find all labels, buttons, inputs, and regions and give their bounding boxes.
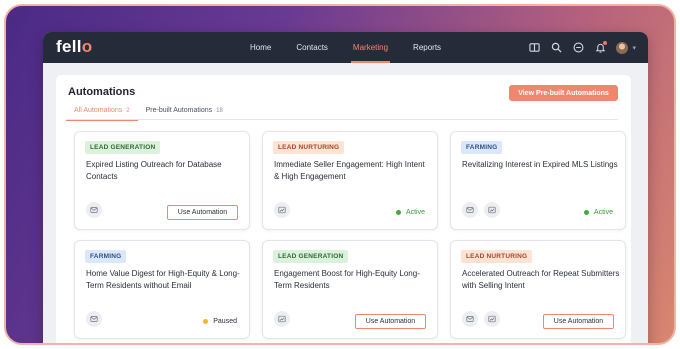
category-tag: LEAD NURTURING	[273, 141, 345, 154]
status-dot	[203, 319, 209, 324]
sms-icon	[274, 311, 290, 327]
use-automation-button[interactable]: Use Automation	[543, 314, 614, 329]
top-nav: fello Home Contacts Marketing Reports ▾	[43, 32, 648, 63]
notification-dot	[603, 40, 608, 45]
automations-panel: Automations View Pre-built Automations A…	[56, 75, 631, 343]
automation-card[interactable]: FARMING Home Value Digest for High-Equit…	[74, 240, 250, 339]
sms-icon	[274, 202, 290, 218]
card-title: Accelerated Outreach for Repeat Submitte…	[462, 269, 620, 290]
nav-icons: ▾	[528, 32, 636, 63]
card-title: Engagement Boost for High-Equity Long-Te…	[274, 269, 420, 290]
status-badge: Active	[583, 209, 613, 216]
nav-contacts[interactable]: Contacts	[296, 32, 328, 63]
avatar[interactable]	[616, 41, 629, 54]
bell-icon[interactable]	[594, 40, 608, 54]
card-title: Immediate Seller Engagement: High Intent…	[274, 160, 425, 181]
app-window: fello Home Contacts Marketing Reports ▾ …	[43, 32, 648, 343]
nav-links: Home Contacts Marketing Reports	[250, 32, 466, 63]
category-tag: LEAD NURTURING	[461, 250, 533, 263]
status-badge: Active	[395, 209, 425, 216]
card-title: Home Value Digest for High-Equity & Long…	[86, 269, 240, 290]
status-badge: Paused	[203, 318, 237, 325]
status-text: Paused	[213, 318, 237, 325]
search-icon[interactable]	[550, 42, 562, 54]
book-icon[interactable]	[528, 42, 540, 54]
sms-icon	[484, 311, 500, 327]
chevron-down-icon[interactable]: ▾	[632, 44, 636, 52]
tab-label: All Automations	[74, 107, 123, 114]
tab-bar: All Automations 2 Pre-built Automations 18	[66, 105, 618, 121]
page-title: Automations	[68, 86, 136, 98]
use-automation-button[interactable]: Use Automation	[355, 314, 426, 329]
logo-text: fell	[56, 37, 82, 56]
background-frame: fello Home Contacts Marketing Reports ▾ …	[4, 4, 676, 345]
category-tag: LEAD GENERATION	[85, 141, 161, 154]
logo-accent: o	[81, 37, 93, 56]
mail-icon	[86, 311, 102, 327]
fello-logo[interactable]: fello	[56, 37, 92, 57]
tab-all-automations[interactable]: All Automations 2	[66, 105, 138, 121]
category-tag: FARMING	[461, 141, 503, 154]
card-title: Expired Listing Outreach for Database Co…	[86, 160, 222, 181]
mail-icon	[86, 202, 102, 218]
tab-count: 2	[126, 108, 130, 114]
sms-icon	[484, 202, 500, 218]
status-text: Active	[405, 209, 425, 216]
status-dot	[583, 210, 589, 215]
channel-icons	[274, 202, 290, 218]
use-automation-button[interactable]: Use Automation	[167, 205, 238, 220]
automation-card[interactable]: LEAD NURTURING Accelerated Outreach for …	[450, 240, 626, 339]
card-title: Revitalizing Interest in Expired MLS Lis…	[462, 160, 618, 169]
automation-card[interactable]: LEAD NURTURING Immediate Seller Engageme…	[262, 131, 438, 230]
channel-icons	[86, 311, 102, 327]
mail-icon	[462, 202, 478, 218]
nav-home[interactable]: Home	[250, 32, 271, 63]
nav-reports[interactable]: Reports	[413, 32, 441, 63]
view-prebuilt-button[interactable]: View Pre-built Automations	[509, 85, 618, 101]
automation-card[interactable]: FARMING Revitalizing Interest in Expired…	[450, 131, 626, 230]
status-text: Active	[593, 209, 613, 216]
automation-card[interactable]: LEAD GENERATION Engagement Boost for Hig…	[262, 240, 438, 339]
status-dot	[395, 210, 401, 215]
automation-card[interactable]: LEAD GENERATION Expired Listing Outreach…	[74, 131, 250, 230]
mail-icon	[462, 311, 478, 327]
category-tag: FARMING	[85, 250, 127, 263]
category-tag: LEAD GENERATION	[273, 250, 349, 263]
channel-icons	[274, 311, 290, 327]
channel-icons	[462, 202, 500, 218]
nav-marketing[interactable]: Marketing	[350, 32, 391, 63]
tab-label: Pre-built Automations	[145, 107, 213, 114]
channel-icons	[86, 202, 102, 218]
tab-prebuilt-automations[interactable]: Pre-built Automations 18	[138, 105, 231, 120]
tab-count: 18	[216, 108, 223, 114]
channel-icons	[462, 311, 500, 327]
clock-icon[interactable]	[572, 42, 584, 54]
